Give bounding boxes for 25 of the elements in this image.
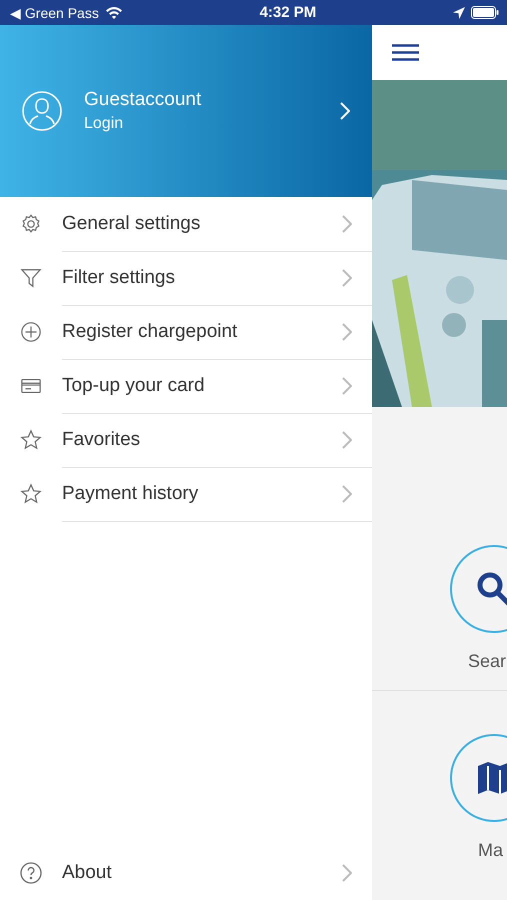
battery-icon — [471, 6, 499, 19]
location-arrow-icon — [453, 6, 465, 18]
plus-circle-icon — [20, 321, 42, 343]
chevron-icon — [342, 484, 352, 502]
chevron-icon — [342, 268, 352, 286]
star-icon — [20, 483, 42, 505]
wifi-icon — [104, 6, 123, 19]
chevron-icon — [342, 376, 352, 394]
help-icon — [20, 862, 42, 884]
menu-item[interactable]: About — [0, 846, 372, 900]
star-icon — [20, 429, 42, 451]
chevron-icon — [342, 864, 352, 882]
menu-icon[interactable] — [392, 44, 419, 61]
funnel-icon — [20, 267, 42, 289]
user-icon — [22, 91, 62, 131]
clock-time: 4:32 PM — [260, 4, 316, 21]
account-name: Guestaccount — [84, 89, 202, 111]
gear-icon — [20, 213, 42, 235]
tile-label: Sear — [467, 651, 506, 672]
tile-label: Ma — [477, 840, 504, 861]
back-link[interactable]: ◀ Green Pass — [10, 4, 99, 20]
chevron-icon — [342, 430, 352, 448]
chevron-icon — [342, 322, 352, 340]
chevron-icon — [340, 102, 350, 120]
chevron-icon — [342, 214, 352, 232]
